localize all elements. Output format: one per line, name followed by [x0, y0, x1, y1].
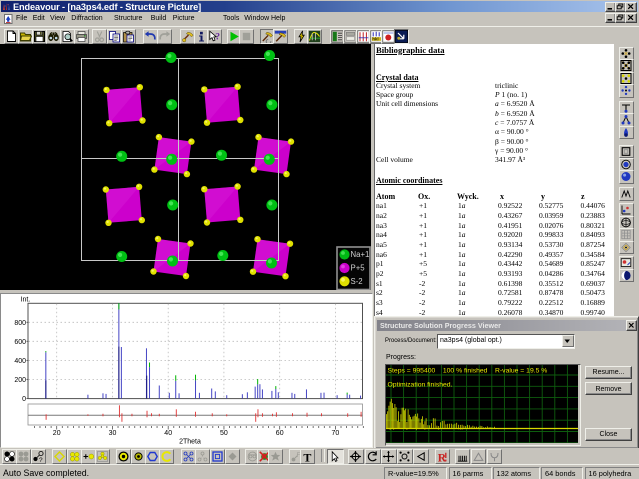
svg-text:P+5: P+5 — [351, 264, 366, 273]
svg-text:Na+1: Na+1 — [351, 250, 370, 259]
svg-text:70: 70 — [332, 430, 340, 437]
svg-text:T: T — [303, 450, 311, 463]
svg-text:30: 30 — [109, 430, 117, 437]
svg-text:200: 200 — [14, 377, 26, 384]
svg-text:Optimization finished.: Optimization finished. — [388, 381, 453, 388]
svg-text:400: 400 — [14, 358, 26, 365]
svg-text:0: 0 — [22, 396, 26, 403]
svg-text:20: 20 — [53, 430, 61, 437]
svg-text:Int.: Int. — [21, 297, 31, 304]
svg-text:600: 600 — [14, 339, 26, 346]
svg-text:60: 60 — [276, 430, 284, 437]
svg-text:Steps = 995400 100 % finish: Steps = 995400 100 % finished R-value = … — [388, 367, 548, 374]
svg-text:50: 50 — [220, 430, 228, 437]
svg-text:?: ? — [39, 457, 43, 463]
svg-text:800: 800 — [14, 320, 26, 327]
svg-text:40: 40 — [164, 430, 172, 437]
svg-text:?: ? — [215, 33, 220, 43]
svg-text:hkl: hkl — [372, 36, 378, 42]
svg-text:S-2: S-2 — [351, 277, 363, 286]
svg-text:2Theta: 2Theta — [179, 439, 201, 446]
